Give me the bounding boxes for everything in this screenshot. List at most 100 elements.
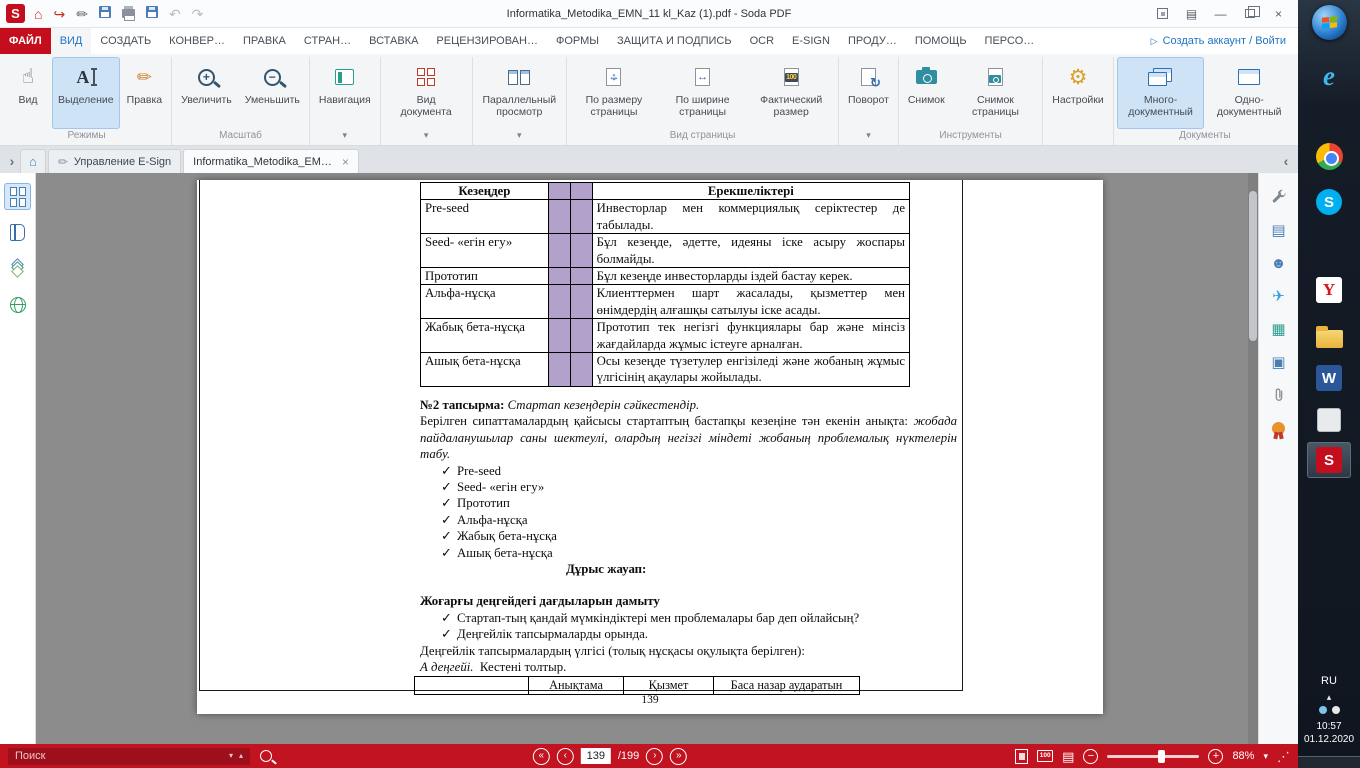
taskbar-sodapdf-button[interactable]: S [1307,442,1351,478]
tab-pravka[interactable]: ПРАВКА [234,28,295,54]
fit-page-icon[interactable] [1015,749,1028,764]
search-box[interactable]: Поиск ▾ ▴ [8,748,250,765]
close-button[interactable]: × [1265,4,1292,24]
collapse-right-panel-icon[interactable]: ‹ [1278,149,1294,173]
zoom-in-button[interactable]: + [1208,749,1223,764]
zoom-out-button[interactable]: − Уменьшить [239,57,306,129]
snapshot-button[interactable]: Снимок [902,57,951,129]
tab-pomoshch[interactable]: ПОМОЩЬ [906,28,976,54]
dropdown-caret-icon[interactable]: ▾ [384,129,469,145]
navigation-button[interactable]: Навигация [313,57,377,129]
actual-size-button[interactable]: 100 Фактический размер [747,57,835,129]
minimize-button[interactable]: — [1207,4,1234,24]
first-page-button[interactable]: « [533,748,550,765]
zoom-level[interactable]: 88% [1232,750,1254,762]
zoom-slider-thumb[interactable] [1158,750,1165,763]
tools-wrench-button[interactable] [1268,187,1290,207]
dropdown-caret-icon[interactable]: ▾ [313,129,377,145]
tab-file[interactable]: ФАЙЛ [0,28,51,54]
zoom-slider[interactable] [1107,755,1199,758]
zoom-in-button[interactable]: + Увеличить [175,57,238,129]
scrollbar-thumb[interactable] [1249,191,1257,341]
tab-zashchita[interactable]: ЗАЩИТА И ПОДПИСЬ [608,28,741,54]
rotate-button[interactable]: ↻ Поворот [842,57,895,129]
tray-volume-icon[interactable] [1332,706,1340,714]
tab-sozdat[interactable]: СОЗДАТЬ [91,28,160,54]
tab-vstavka[interactable]: ВСТАВКА [360,28,427,54]
start-button[interactable] [1312,0,1347,40]
tab-konver[interactable]: КОНВЕР… [160,28,234,54]
edit-mode-button[interactable]: ✏ Правка [121,57,168,129]
actual-size-icon[interactable]: 100 [1037,750,1053,762]
layout-icon[interactable]: ▤ [1178,4,1205,24]
tab-esign-manage[interactable]: ✏ Управление E-Sign [48,149,181,173]
tab-formy[interactable]: ФОРМЫ [547,28,608,54]
save-icon[interactable] [99,5,111,23]
account-link[interactable]: ▷ Создать аккаунт / Войти [1151,28,1298,54]
tab-esign[interactable]: E-SIGN [783,28,839,54]
tray-network-icon[interactable] [1319,706,1327,714]
images-button[interactable]: ▦ [1268,319,1290,339]
tab-recenzirovan[interactable]: РЕЦЕНЗИРОВАН… [427,28,547,54]
fullscreen-icon[interactable] [1149,4,1176,24]
fit-page-button[interactable]: ↔↕ По размеру страницы [570,57,658,129]
resize-grip[interactable]: ⋰ [1277,750,1290,763]
panels-button[interactable]: ▤ [1268,220,1290,240]
sidebar-layers-button[interactable] [4,255,31,282]
redo-icon[interactable]: ↷ [192,7,204,21]
tab-perso[interactable]: ПЕРСО… [976,28,1044,54]
sidebar-thumbnails-button[interactable] [4,183,31,210]
page-view-icon[interactable]: ▤ [1062,750,1074,763]
tray-expand-icon[interactable]: ▴ [1327,693,1332,702]
last-page-button[interactable]: » [670,748,687,765]
view-mode-button[interactable]: ☝ Вид [5,57,51,129]
soda-pdf-logo[interactable]: S [6,4,25,23]
home-tab[interactable]: ⌂ [20,149,46,173]
zoom-caret-icon[interactable]: ▾ [1263,751,1268,762]
edit-pencil-icon[interactable]: ✏ [76,7,88,21]
vertical-scrollbar[interactable] [1248,173,1258,744]
home-icon[interactable]: ⌂ [34,7,42,21]
restore-button[interactable] [1236,4,1263,24]
select-mode-button[interactable]: A Выделение [52,57,120,129]
show-desktop-button[interactable] [1298,756,1360,768]
taskbar-clock[interactable]: 10:57 01.12.2020 [1304,720,1354,746]
attachments-button[interactable] [1268,385,1290,405]
taskbar-ie-button[interactable]: e [1307,58,1351,94]
parallel-view-button[interactable]: Параллельный просмотр [476,57,564,129]
contacts-button[interactable]: ☻ [1268,253,1290,273]
sidebar-bookmarks-button[interactable] [4,219,31,246]
dropdown-caret-icon[interactable]: ▾ [842,129,895,145]
language-indicator[interactable]: RU [1321,675,1337,687]
tab-ocr[interactable]: OCR [741,28,783,54]
tab-vid[interactable]: ВИД [51,28,92,54]
taskbar-yandex-button[interactable]: Y [1307,272,1351,308]
tab-produ[interactable]: ПРОДУ… [839,28,906,54]
share-icon[interactable]: ↪ [53,7,65,21]
settings-button[interactable]: ⚙ Настройки [1046,57,1110,129]
search-prev-icon[interactable]: ▴ [239,752,243,760]
tab-stran[interactable]: СТРАН… [295,28,360,54]
document-view-button[interactable]: Вид документа [384,57,469,129]
dropdown-caret-icon[interactable]: ▾ [476,129,564,145]
next-page-button[interactable]: › [646,748,663,765]
undo-icon[interactable]: ↶ [169,7,181,21]
save-as-icon[interactable] [146,5,158,23]
multi-document-button[interactable]: Много-документный [1117,57,1205,129]
search-next-icon[interactable]: ▾ [229,752,233,760]
search-icon[interactable] [260,750,272,762]
page-snapshot-button[interactable]: Снимок страницы [952,57,1040,129]
taskbar-app-button[interactable] [1307,402,1351,438]
fit-width-button[interactable]: ↔ По ширине страницы [659,57,747,129]
close-tab-icon[interactable]: × [342,155,349,169]
stamps-button[interactable] [1268,418,1290,438]
current-page-input[interactable]: 139 [581,748,611,764]
sidebar-web-button[interactable] [4,291,31,318]
send-button[interactable]: ✈ [1268,286,1290,306]
taskbar-skype-button[interactable]: S [1307,184,1351,220]
previous-page-button[interactable]: ‹ [557,748,574,765]
tab-informatika-pdf[interactable]: Informatika_Metodika_EM… × [183,149,359,173]
expand-left-panel-icon[interactable]: › [4,149,20,173]
clipboard-button[interactable]: ▣ [1268,352,1290,372]
single-document-button[interactable]: Одно-документный [1205,57,1293,129]
